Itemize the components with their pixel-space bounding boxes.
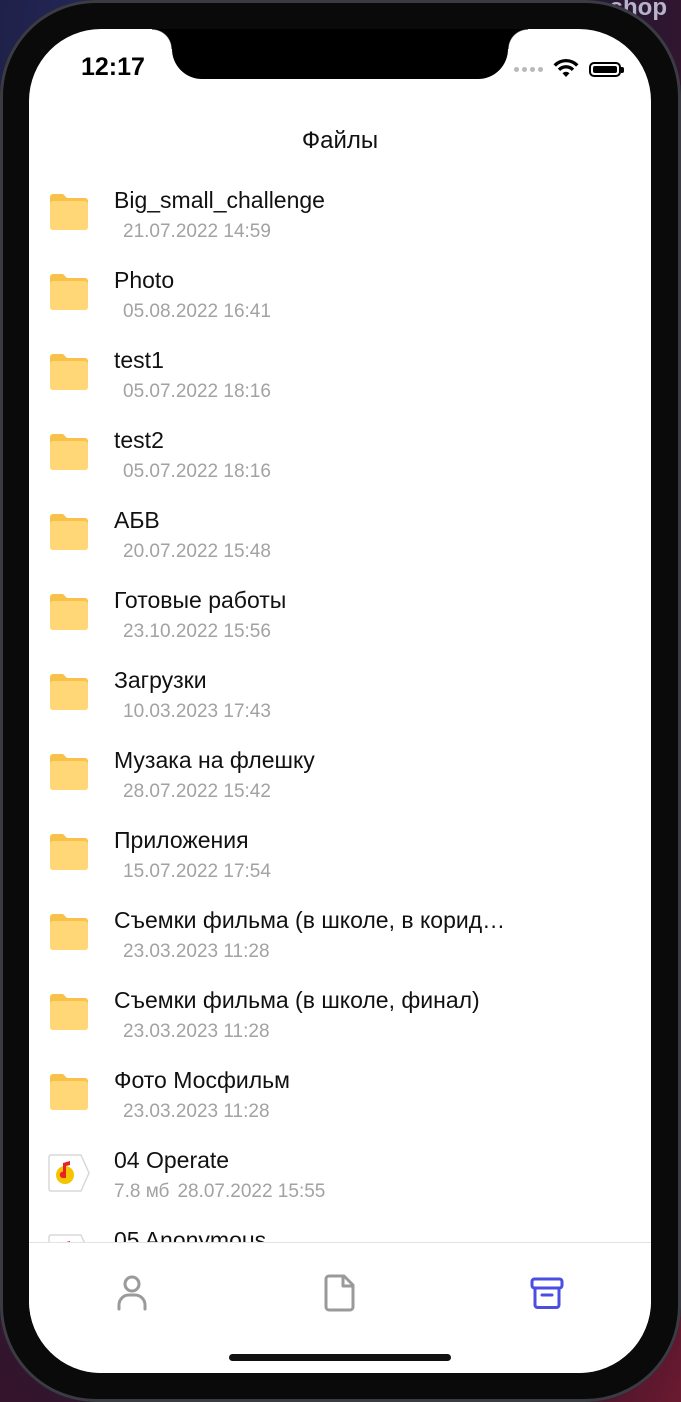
item-name: Фото Мосфильм [114, 1067, 290, 1093]
tab-profile[interactable] [108, 1269, 156, 1317]
item-name: 05 Anonymous [114, 1227, 267, 1242]
item-date: 23.03.2023 11:28 [123, 1021, 270, 1042]
folder-row[interactable]: test2 05.07.2022 18:16 [29, 417, 651, 497]
page-title: Файлы [301, 127, 379, 154]
home-indicator[interactable] [229, 1354, 451, 1361]
item-name: Музака на флешку [114, 747, 315, 773]
folder-row[interactable]: АБВ 20.07.2022 15:48 [29, 497, 651, 577]
folder-row[interactable]: Приложения 15.07.2022 17:54 [29, 817, 651, 897]
phone-screen: 12:17 Файлы Big_small_challenge 21.07.202… [29, 29, 651, 1373]
folder-row[interactable]: Съемки фильма (в школе, финал) 23.03.2023… [29, 977, 651, 1057]
folder-row[interactable]: Готовые работы 23.10.2022 15:56 [29, 577, 651, 657]
item-name: Загрузки [114, 667, 207, 693]
folder-icon [47, 1073, 91, 1111]
item-date: 15.07.2022 17:54 [123, 861, 271, 882]
item-date: 21.07.2022 14:59 [123, 221, 271, 242]
item-meta: 7.8 мб 28.07.2022 15:55 [114, 1181, 325, 1203]
file-list[interactable]: Big_small_challenge 21.07.2022 14:59 Photo… [29, 177, 651, 1242]
item-date: 05.07.2022 18:16 [123, 461, 271, 482]
folder-icon [47, 433, 91, 471]
folder-row[interactable]: Big_small_challenge 21.07.2022 14:59 [29, 177, 651, 257]
folder-icon [47, 993, 91, 1031]
item-name: test1 [114, 347, 164, 373]
archive-icon [530, 1277, 564, 1309]
item-date: 23.03.2023 11:28 [123, 1101, 270, 1122]
folder-icon [47, 593, 91, 631]
tab-archive[interactable] [523, 1269, 571, 1317]
tab-files[interactable] [316, 1269, 364, 1317]
item-name: test2 [114, 427, 164, 453]
document-icon [324, 1274, 355, 1312]
item-date: 20.07.2022 15:48 [123, 541, 271, 562]
folder-row[interactable]: Загрузки 10.03.2023 17:43 [29, 657, 651, 737]
item-date: 23.03.2023 11:28 [123, 941, 270, 962]
folder-icon [47, 753, 91, 791]
music-file-icon [47, 1153, 91, 1192]
notch [152, 29, 528, 79]
music-file-icon [47, 1233, 91, 1242]
folder-icon [47, 513, 91, 551]
folder-row[interactable]: Съемки фильма (в школе, в корид… 23.03.20… [29, 897, 651, 977]
folder-row[interactable]: Музака на флешку 28.07.2022 15:42 [29, 737, 651, 817]
folder-icon [47, 913, 91, 951]
folder-icon [47, 353, 91, 391]
status-time: 12:17 [81, 53, 145, 81]
folder-icon [47, 193, 91, 231]
item-name: Photo [114, 267, 175, 293]
item-date: 28.07.2022 15:55 [177, 1181, 326, 1202]
folder-icon [47, 273, 91, 311]
status-indicators [514, 59, 624, 79]
item-date: 05.07.2022 18:16 [123, 381, 271, 402]
item-name: Big_small_challenge [114, 187, 325, 213]
item-name: Готовые работы [114, 587, 287, 613]
item-date: 28.07.2022 15:42 [123, 781, 271, 802]
folder-icon [47, 673, 91, 711]
item-name: Съемки фильма (в школе, финал) [114, 987, 480, 1013]
folder-icon [47, 833, 91, 871]
item-size: 7.8 мб [114, 1181, 170, 1202]
item-date: 23.10.2022 15:56 [123, 621, 271, 642]
cellular-signal-icon [514, 66, 543, 72]
folder-row[interactable]: Photo 05.08.2022 16:41 [29, 257, 651, 337]
item-name: Приложения [114, 827, 249, 853]
file-row[interactable]: 04 Operate 7.8 мб 28.07.2022 15:55 [29, 1137, 651, 1217]
item-name: 04 Operate [114, 1147, 230, 1173]
wifi-icon [553, 59, 579, 77]
folder-row[interactable]: Фото Мосфильм 23.03.2023 11:28 [29, 1057, 651, 1137]
person-icon [117, 1275, 147, 1311]
battery-icon [589, 61, 624, 77]
item-name: Съемки фильма (в школе, в корид… [114, 907, 506, 933]
item-name: АБВ [114, 507, 160, 533]
file-row[interactable]: 05 Anonymous [29, 1217, 651, 1242]
item-date: 05.08.2022 16:41 [123, 301, 271, 322]
item-date: 10.03.2023 17:43 [123, 701, 271, 722]
folder-row[interactable]: test1 05.07.2022 18:16 [29, 337, 651, 417]
